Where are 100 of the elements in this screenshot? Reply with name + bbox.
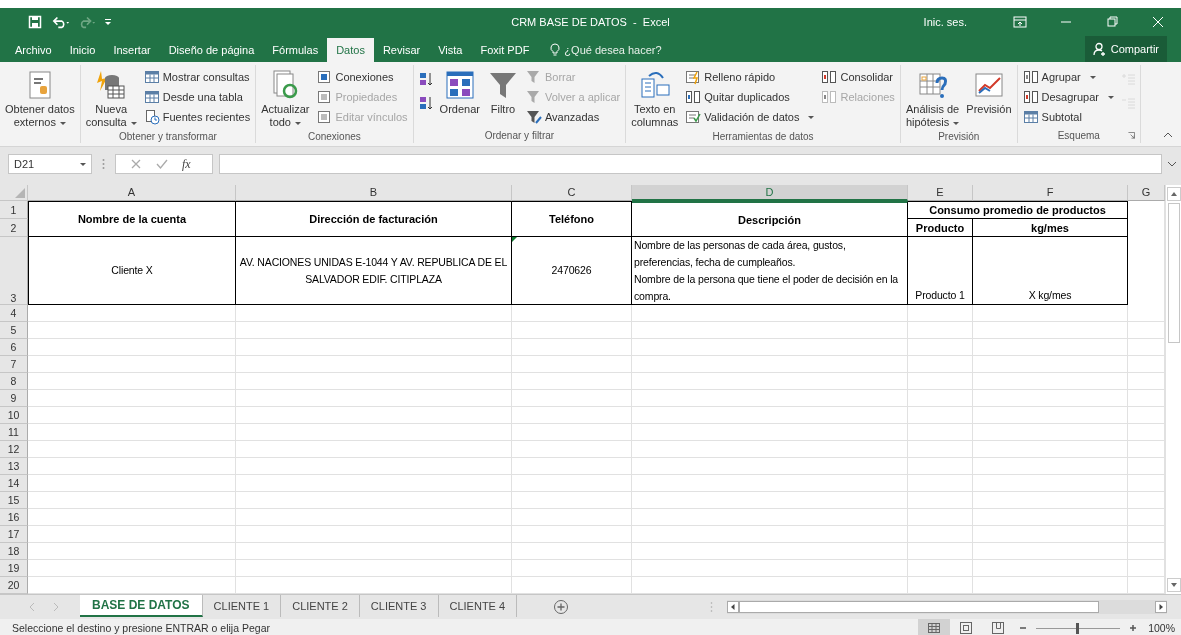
ribbon-tab[interactable]: Diseño de página — [159, 38, 264, 62]
row-header[interactable]: 2 — [0, 219, 28, 237]
ribbon-button[interactable]: Agrupar — [1020, 67, 1117, 87]
ribbon-button[interactable]: Desagrupar — [1020, 87, 1117, 107]
row-header[interactable]: 13 — [0, 458, 28, 475]
row-header[interactable]: 14 — [0, 475, 28, 492]
row-header[interactable]: 6 — [0, 339, 28, 356]
add-sheet-icon[interactable] — [553, 599, 570, 615]
ribbon-tab[interactable]: Vista — [429, 38, 472, 62]
ribbon-button[interactable]: Desde una tabla — [141, 87, 253, 107]
ribbon-button[interactable]: Validación de datos — [683, 107, 817, 127]
name-box[interactable]: D21 — [8, 154, 92, 174]
normal-view-button[interactable] — [918, 619, 951, 635]
row-header[interactable]: 19 — [0, 560, 28, 577]
ribbon-large-button[interactable]: Actualizar todo — [259, 67, 312, 131]
ribbon-large-button[interactable]: Filtro — [484, 67, 521, 118]
header-cell: Consumo promedio de productos — [908, 201, 1128, 219]
ribbon-large-button[interactable]: Texto en columnas — [629, 67, 681, 131]
column-header[interactable]: G — [1128, 185, 1165, 201]
row-header[interactable]: 3 — [0, 237, 28, 305]
insert-function-button[interactable]: fx — [182, 156, 191, 172]
ribbon-button[interactable]: Quitar duplicados — [683, 87, 817, 107]
column-header[interactable]: D — [632, 185, 908, 201]
ribbon-button[interactable]: Mostrar consultas — [141, 67, 253, 87]
ribbon-button[interactable]: Consolidar — [819, 67, 897, 87]
grid-icon — [927, 622, 942, 634]
validation-icon — [685, 109, 702, 125]
table-cell: Cliente X — [28, 237, 236, 305]
restore-icon[interactable] — [1105, 16, 1119, 28]
row-header[interactable]: 8 — [0, 373, 28, 390]
scroll-up-icon[interactable] — [1166, 187, 1181, 201]
sign-in-link[interactable]: Inic. ses. — [923, 16, 967, 28]
row-header[interactable]: 4 — [0, 305, 28, 322]
ribbon-large-button[interactable]: Ordenar — [437, 67, 482, 118]
sheet-tab[interactable]: CLIENTE 2 — [281, 595, 360, 617]
column-header[interactable]: E — [908, 185, 973, 201]
flash-fill-icon — [685, 69, 702, 85]
row-header[interactable]: 15 — [0, 492, 28, 509]
horizontal-scrollbar[interactable] — [727, 600, 1167, 614]
ribbon-large-button[interactable]: Análisis de hipótesis — [903, 67, 962, 131]
row-header[interactable]: 9 — [0, 390, 28, 407]
ribbon-large-button[interactable]: Nueva consulta — [83, 67, 139, 131]
row-header[interactable]: 10 — [0, 407, 28, 424]
zoom-level[interactable]: 100% — [1148, 622, 1175, 634]
ribbon-tab[interactable]: Revisar — [373, 38, 430, 62]
row-header[interactable]: 16 — [0, 509, 28, 526]
window-title: CRM BASE DE DATOS - Excel — [511, 16, 670, 28]
ribbon-large-button[interactable]: Previsión — [964, 67, 1014, 118]
row-header[interactable]: 12 — [0, 441, 28, 458]
dialog-launcher-icon[interactable] — [1128, 132, 1136, 139]
column-header[interactable]: C — [512, 185, 632, 201]
connection-icon — [316, 69, 333, 85]
row-header[interactable]: 18 — [0, 543, 28, 560]
ribbon-tab[interactable]: Inicio — [60, 38, 105, 62]
group-label: Conexiones — [307, 131, 361, 144]
column-header[interactable]: B — [236, 185, 512, 201]
row-header[interactable]: 5 — [0, 322, 28, 339]
undo-icon[interactable] — [52, 15, 70, 29]
scroll-thumb[interactable] — [739, 601, 1099, 613]
clear-filter-icon — [525, 69, 542, 85]
properties-icon — [316, 89, 333, 105]
tell-me-field[interactable]: ¿Qué desea hacer? — [564, 38, 675, 62]
row-header[interactable]: 20 — [0, 577, 28, 594]
zoom-slider-thumb[interactable] — [1076, 622, 1080, 634]
ribbon-tab[interactable]: Archivo — [6, 38, 61, 62]
zoom-in-icon[interactable] — [1128, 623, 1139, 633]
ribbon-tab[interactable]: Insertar — [104, 38, 160, 62]
expand-icon[interactable] — [1167, 161, 1177, 167]
clock-icon — [143, 109, 160, 125]
row-header[interactable]: 7 — [0, 356, 28, 373]
row-header[interactable]: 1 — [0, 201, 28, 219]
sheet-tab[interactable]: CLIENTE 3 — [359, 595, 439, 617]
ribbon-button[interactable]: Avanzadas — [523, 107, 623, 127]
scroll-left-icon[interactable] — [727, 601, 739, 613]
ribbon-tab[interactable]: Fórmulas — [263, 38, 328, 62]
ribbon-tab[interactable]: Foxit PDF — [471, 38, 539, 62]
ribbon-button[interactable]: Fuentes recientes — [141, 107, 253, 127]
ribbon-button[interactable]: Relleno rápido — [683, 67, 817, 87]
group-label: Obtener y transformar — [119, 131, 217, 144]
column-header[interactable]: A — [28, 185, 236, 201]
ribbon-button[interactable]: Conexiones — [314, 67, 410, 87]
scroll-down-icon[interactable] — [1166, 578, 1181, 592]
formula-input[interactable] — [219, 154, 1162, 174]
sheet-tab[interactable]: CLIENTE 4 — [438, 595, 518, 617]
ribbon-tab[interactable]: Datos — [327, 38, 374, 62]
save-icon[interactable] — [26, 15, 44, 29]
row-header[interactable]: 17 — [0, 526, 28, 543]
scroll-right-icon[interactable] — [1155, 601, 1167, 613]
ribbon-button[interactable]: Subtotal — [1020, 107, 1117, 127]
scroll-thumb[interactable] — [1167, 203, 1180, 343]
column-header[interactable]: F — [973, 185, 1128, 201]
sheet-tab[interactable]: BASE DE DATOS — [80, 595, 203, 617]
ribbon-options-icon[interactable] — [1013, 16, 1027, 28]
customize-icon[interactable] — [104, 17, 112, 27]
share-button[interactable]: Compartir — [1084, 36, 1167, 62]
sheet-tab[interactable]: CLIENTE 1 — [202, 595, 282, 617]
ribbon-large-button[interactable]: Obtener datos externos — [3, 67, 77, 131]
collapse-ribbon-icon[interactable] — [1163, 132, 1173, 138]
close-icon[interactable] — [1151, 16, 1165, 28]
row-header[interactable]: 11 — [0, 424, 28, 441]
